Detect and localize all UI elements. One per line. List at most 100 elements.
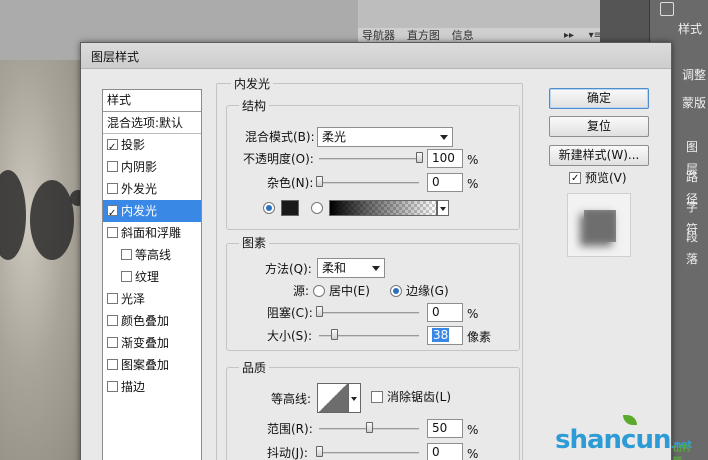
style-item-checkbox[interactable] [107, 227, 118, 238]
style-item-checkbox[interactable] [121, 249, 132, 260]
range-slider[interactable] [319, 422, 419, 433]
glow-gradient-picker[interactable] [329, 200, 437, 216]
document-canvas [0, 60, 90, 460]
style-item-label: 内发光 [121, 204, 158, 218]
quality-title: 品质 [239, 361, 270, 375]
new-style-button[interactable]: 新建样式(W)... [549, 145, 649, 166]
dock-item-paragraph[interactable]: 段落 [686, 226, 708, 266]
method-select[interactable]: 柔和 [317, 258, 385, 278]
contour-label: 等高线: [271, 392, 312, 406]
style-item[interactable]: 图案叠加 [103, 354, 201, 376]
size-slider[interactable] [319, 329, 419, 340]
style-item-label: 颜色叠加 [121, 314, 170, 328]
slider-knob[interactable] [316, 306, 323, 317]
style-item[interactable]: 斜面和浮雕 [103, 222, 201, 244]
style-item[interactable]: 描边 [103, 376, 201, 398]
slider-knob[interactable] [366, 422, 373, 433]
antialias-checkbox[interactable] [371, 391, 383, 403]
blend-options-item[interactable]: 混合选项:默认 [103, 112, 201, 134]
gradient-radio[interactable] [311, 202, 323, 214]
ok-button[interactable]: 确定 [549, 88, 649, 109]
style-item-label: 纹理 [135, 270, 160, 284]
style-item-checkbox[interactable] [107, 183, 118, 194]
preview-shape [584, 210, 616, 242]
opacity-unit: % [467, 153, 479, 167]
style-item[interactable]: 投影 [103, 134, 201, 159]
gradient-dropdown-icon[interactable] [437, 200, 449, 216]
reset-button[interactable]: 复位 [549, 116, 649, 137]
style-item-checkbox[interactable] [107, 359, 118, 370]
canvas-text-shape [30, 180, 74, 260]
slider-knob[interactable] [316, 176, 323, 187]
blend-mode-label: 混合模式(B): [245, 130, 315, 144]
range-input[interactable]: 50 [427, 419, 463, 438]
style-items: 投影内阴影外发光内发光斜面和浮雕等高线纹理光泽颜色叠加渐变叠加图案叠加描边 [103, 134, 201, 398]
site-watermark-logo: shancun.net 山村网 [555, 415, 692, 460]
dock-item-styles[interactable]: 样式 [678, 18, 702, 40]
style-item[interactable]: 内发光 [103, 200, 201, 225]
slider-knob[interactable] [316, 446, 323, 457]
contour-dropdown-icon[interactable] [349, 383, 361, 413]
style-list-header[interactable]: 样式 [103, 90, 201, 112]
size-input[interactable]: 38 [427, 326, 463, 345]
blend-mode-select[interactable]: 柔光 [317, 127, 453, 147]
preview-label: 预览(V) [585, 171, 627, 185]
dock-item-layers[interactable]: 图层 [686, 136, 708, 176]
glow-color-swatch[interactable] [281, 200, 299, 216]
noise-slider[interactable] [316, 176, 419, 187]
range-unit: % [467, 423, 479, 437]
dialog-titlebar[interactable]: 图层样式 [81, 43, 671, 69]
slider-track [319, 158, 419, 160]
dock-item-adjustments[interactable]: 调整 [682, 64, 706, 86]
size-label: 大小(S): [267, 329, 313, 343]
slider-knob[interactable] [416, 152, 423, 163]
style-item-checkbox[interactable] [107, 203, 118, 225]
choke-label: 阻塞(C): [267, 306, 313, 320]
styles-icon[interactable] [660, 2, 674, 16]
style-item-label: 投影 [121, 138, 146, 152]
chevron-down-icon [440, 135, 448, 140]
style-item[interactable]: 内阴影 [103, 156, 201, 178]
opacity-slider[interactable] [319, 152, 423, 163]
style-item-label: 光泽 [121, 292, 146, 306]
style-item-checkbox[interactable] [107, 381, 118, 392]
preview-checkbox[interactable] [569, 170, 581, 188]
style-item-checkbox[interactable] [107, 315, 118, 326]
source-center-radio[interactable] [313, 285, 325, 297]
jitter-slider[interactable] [316, 446, 419, 457]
style-item[interactable]: 渐变叠加 [103, 332, 201, 354]
canvas-text-shape [0, 170, 26, 260]
style-item-label: 图案叠加 [121, 358, 170, 372]
contour-picker[interactable] [317, 383, 349, 413]
style-item-checkbox[interactable] [107, 293, 118, 304]
dock-item-masks[interactable]: 蒙版 [682, 92, 706, 114]
layer-style-dialog: 图层样式 样式 混合选项:默认 投影内阴影外发光内发光斜面和浮雕等高线纹理光泽颜… [80, 42, 672, 460]
style-preview-thumbnail [567, 193, 631, 257]
jitter-input[interactable]: 0 [427, 443, 463, 460]
dock-item-paths[interactable]: 路径 [686, 166, 708, 206]
style-item-checkbox[interactable] [107, 161, 118, 172]
choke-input[interactable]: 0 [427, 303, 463, 322]
source-edge-radio[interactable] [390, 285, 402, 297]
style-item[interactable]: 纹理 [103, 266, 201, 288]
source-label: 源: [293, 284, 310, 298]
style-item-checkbox[interactable] [107, 137, 118, 159]
style-list: 样式 混合选项:默认 投影内阴影外发光内发光斜面和浮雕等高线纹理光泽颜色叠加渐变… [102, 89, 202, 460]
style-item[interactable]: 光泽 [103, 288, 201, 310]
style-item-checkbox[interactable] [107, 337, 118, 348]
source-center-label: 居中(E) [329, 284, 370, 298]
style-item-checkbox[interactable] [121, 271, 132, 282]
slider-knob[interactable] [331, 329, 338, 340]
solid-color-radio[interactable] [263, 202, 275, 214]
jitter-label: 抖动(J): [267, 446, 308, 460]
noise-input[interactable]: 0 [427, 173, 463, 192]
style-item[interactable]: 颜色叠加 [103, 310, 201, 332]
slider-track [319, 312, 419, 314]
opacity-input[interactable]: 100 [427, 149, 463, 168]
noise-unit: % [467, 177, 479, 191]
dock-item-character[interactable]: 字符 [686, 196, 708, 236]
antialias-label: 消除锯齿(L) [387, 390, 452, 404]
choke-slider[interactable] [316, 306, 419, 317]
style-item[interactable]: 外发光 [103, 178, 201, 200]
style-item[interactable]: 等高线 [103, 244, 201, 266]
